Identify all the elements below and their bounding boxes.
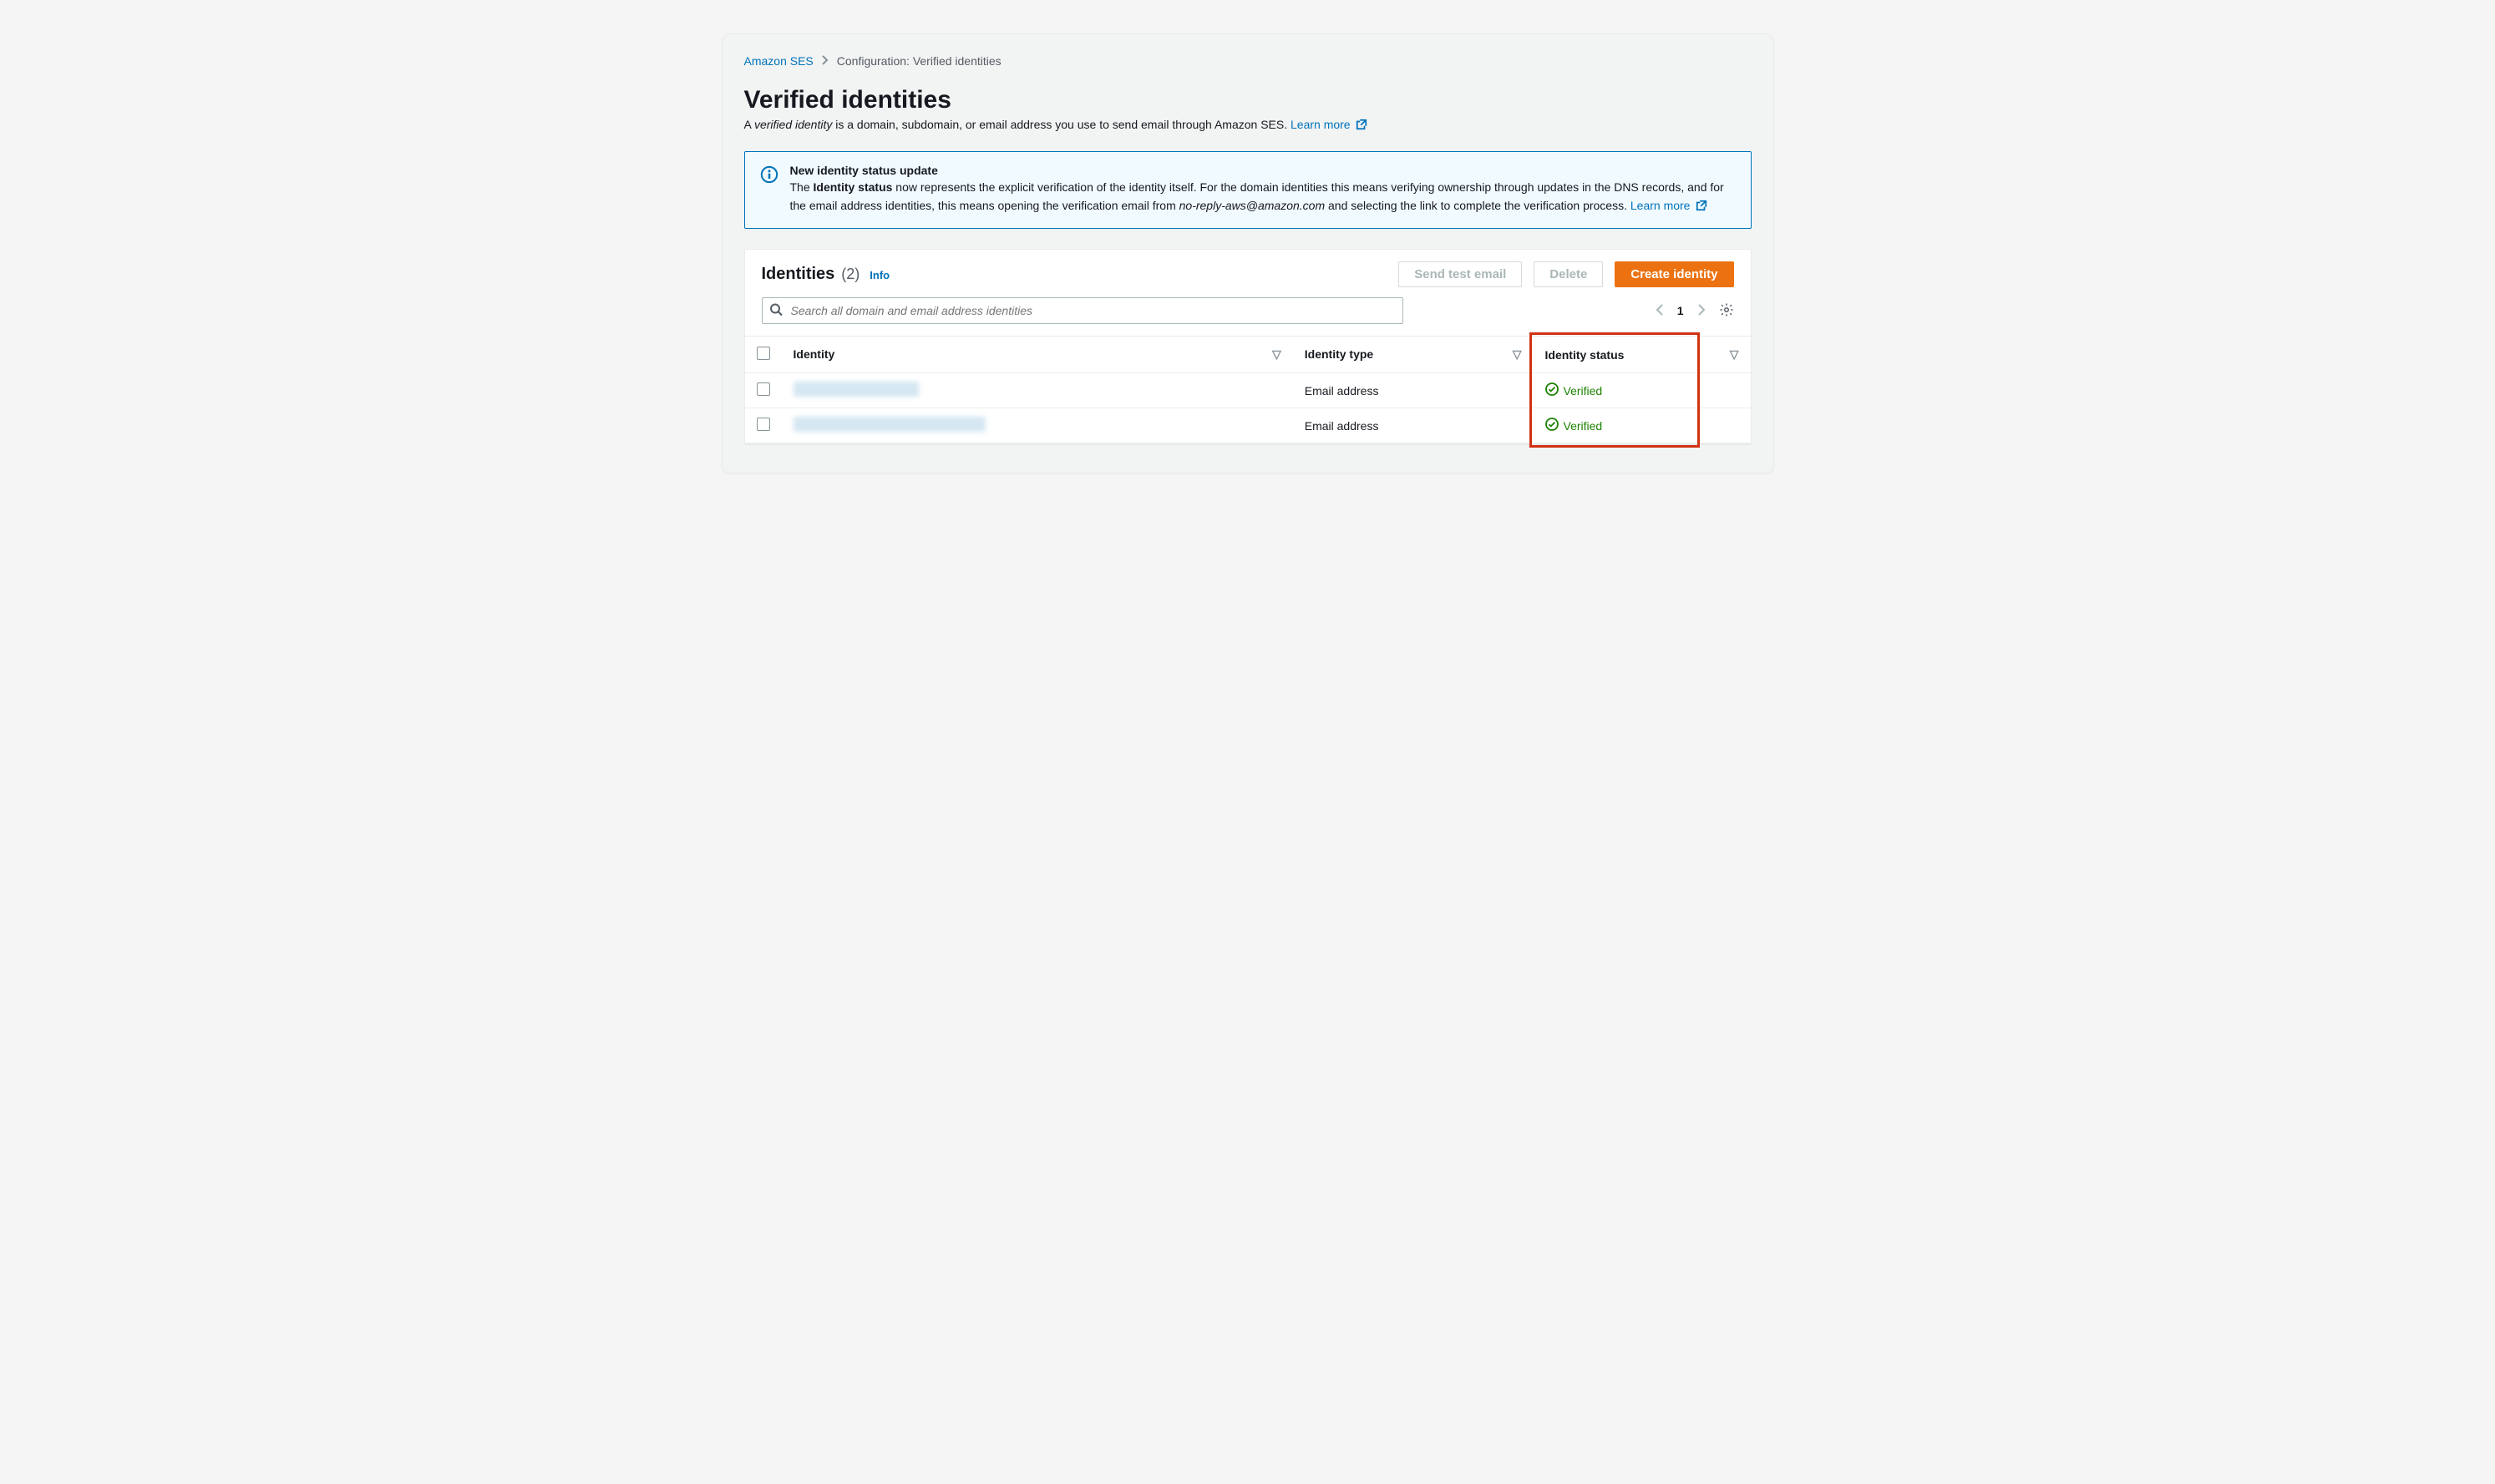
- sort-icon: ▽: [1513, 347, 1522, 362]
- breadcrumb: Amazon SES Configuration: Verified ident…: [744, 54, 1752, 68]
- page-title: Verified identities: [744, 86, 1752, 114]
- page-subtitle: A verified identity is a domain, subdoma…: [744, 118, 1752, 133]
- sort-icon: ▽: [1730, 347, 1739, 362]
- chevron-right-icon: [822, 54, 829, 68]
- send-test-email-button[interactable]: Send test email: [1398, 261, 1522, 287]
- info-banner: New identity status update The Identity …: [744, 151, 1752, 229]
- search-icon: [769, 303, 783, 319]
- cell-identity-type: Email address: [1293, 373, 1534, 408]
- external-link-icon: [1696, 199, 1707, 217]
- check-circle-icon: [1545, 418, 1559, 433]
- cell-identity-status: Verified: [1534, 373, 1701, 408]
- column-identity-status[interactable]: Identity status: [1534, 337, 1701, 373]
- column-identity[interactable]: Identity ▽: [782, 337, 1293, 373]
- breadcrumb-root-link[interactable]: Amazon SES: [744, 54, 814, 68]
- delete-button[interactable]: Delete: [1534, 261, 1603, 287]
- redacted-identity: [794, 417, 986, 432]
- check-circle-icon: [1545, 382, 1559, 398]
- breadcrumb-current: Configuration: Verified identities: [837, 54, 1002, 68]
- identities-heading: Identities: [762, 265, 835, 284]
- redacted-identity: [794, 382, 919, 397]
- identities-table: Identity ▽ Identity type ▽ Identity stat…: [745, 336, 1751, 443]
- main-panel: Amazon SES Configuration: Verified ident…: [722, 33, 1774, 474]
- create-identity-button[interactable]: Create identity: [1615, 261, 1733, 287]
- info-icon: [760, 173, 778, 186]
- prev-page-button[interactable]: [1656, 304, 1664, 318]
- cell-extra: [1701, 373, 1751, 408]
- cell-extra: [1701, 408, 1751, 443]
- column-identity-type[interactable]: Identity type ▽: [1293, 337, 1534, 373]
- identities-count: (2): [841, 266, 860, 283]
- info-link[interactable]: Info: [870, 269, 890, 281]
- banner-learn-more-link[interactable]: Learn more: [1630, 199, 1707, 212]
- external-link-icon: [1356, 119, 1367, 133]
- page-number: 1: [1677, 304, 1684, 317]
- identities-card: Identities (2) Info Send test email Dele…: [744, 249, 1752, 444]
- banner-title: New identity status update: [790, 164, 1736, 177]
- cell-identity-status: Verified: [1534, 408, 1701, 443]
- table-row[interactable]: Email addressVerified: [745, 373, 1751, 408]
- search-input[interactable]: [762, 297, 1403, 324]
- row-checkbox[interactable]: [757, 382, 770, 396]
- row-checkbox[interactable]: [757, 418, 770, 431]
- sort-icon: ▽: [1272, 347, 1281, 362]
- pagination: 1: [1656, 302, 1734, 320]
- cell-identity[interactable]: [782, 373, 1293, 408]
- cell-identity[interactable]: [782, 408, 1293, 443]
- learn-more-link[interactable]: Learn more: [1291, 118, 1367, 131]
- select-all-checkbox[interactable]: [757, 347, 770, 360]
- next-page-button[interactable]: [1697, 304, 1706, 318]
- cell-identity-type: Email address: [1293, 408, 1534, 443]
- column-extra[interactable]: ▽: [1701, 337, 1751, 373]
- banner-message: The Identity status now represents the e…: [790, 179, 1736, 216]
- table-row[interactable]: Email addressVerified: [745, 408, 1751, 443]
- settings-button[interactable]: [1719, 302, 1734, 320]
